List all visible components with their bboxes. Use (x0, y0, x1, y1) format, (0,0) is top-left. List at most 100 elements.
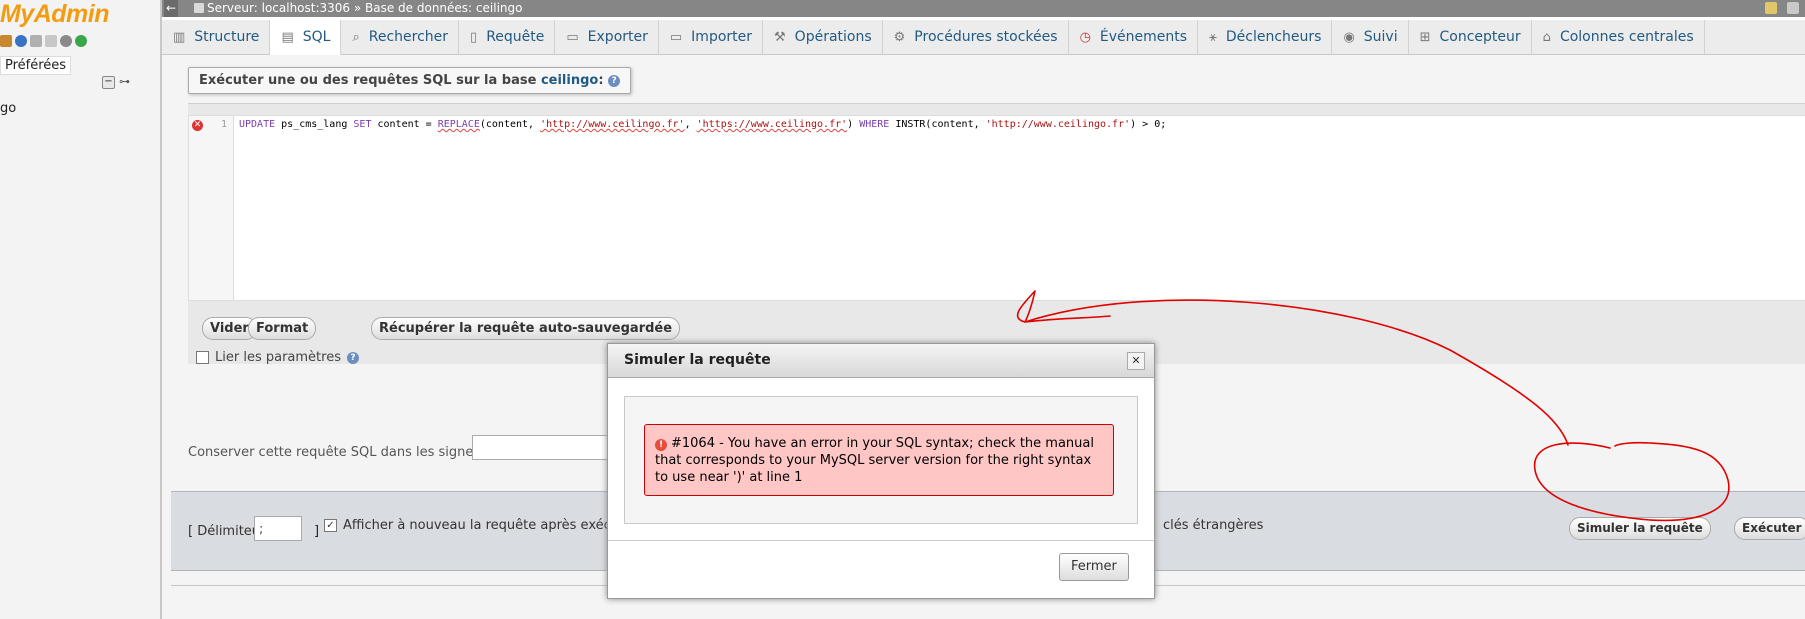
collapse-all-icon[interactable]: − (102, 76, 115, 89)
bind-params-option[interactable]: Lier les paramètres ? (196, 350, 359, 365)
bookmark-label: Conserver cette requête SQL dans les sig… (188, 445, 494, 460)
error-marker-icon[interactable]: ✕ (192, 120, 203, 131)
tab-label: Suivi (1363, 29, 1398, 45)
error-icon: ! (655, 439, 667, 451)
code-token: 'http://www.ceilingo.fr' (540, 119, 685, 130)
legend-colon: : (598, 73, 604, 88)
nav-icons (0, 35, 87, 51)
code-token: 'http://www.ceilingo.fr' (985, 119, 1131, 130)
code-token: content = (371, 119, 438, 130)
designer-icon: ⊞ (1419, 29, 1431, 45)
tab-label: Procédures stockées (914, 29, 1058, 45)
simulate-query-button[interactable]: Simuler la requête (1569, 517, 1711, 540)
dialog-close-icon[interactable]: ✕ (1127, 352, 1145, 370)
code-token: ) > 0; (1130, 119, 1167, 130)
wrench-icon: ⚒ (774, 29, 786, 45)
dialog-title[interactable]: Simuler la requête (608, 344, 1154, 378)
tab-search[interactable]: ⌕ Rechercher (341, 20, 460, 54)
query-icon: ▯ (470, 29, 478, 45)
docs2-icon[interactable] (45, 35, 57, 47)
reload-icon[interactable] (75, 35, 87, 47)
settings-icon[interactable] (1787, 2, 1799, 14)
tab-designer[interactable]: ⊞ Concepteur (1409, 20, 1532, 54)
tab-operations[interactable]: ⚒ Opérations (763, 20, 883, 54)
simulate-query-dialog: Simuler la requête ✕ ! #1064 - You have a… (607, 343, 1155, 599)
code-token: 'https://www.ceilingo.fr' (696, 119, 848, 130)
tab-label: Opérations (794, 29, 872, 45)
show-query-again-option[interactable]: ✓ Afficher à nouveau la requête après ex… (324, 518, 628, 533)
tab-export[interactable]: ▭ Exporter (555, 20, 659, 54)
back-arrow-icon[interactable]: ← (164, 0, 178, 17)
navigation-panel: MyAdmin Préférées − ⊶ go (0, 0, 162, 619)
top-breadcrumb-bar: ← Serveur: localhost:3306 » Base de donn… (162, 0, 1805, 17)
tab-structure[interactable]: ▥ Structure (162, 20, 271, 54)
delimiter-input[interactable]: ; (254, 516, 302, 541)
show-query-label: Afficher à nouveau la requête après exéc… (343, 518, 628, 533)
code-token: SET (353, 119, 372, 130)
tab-label: Colonnes centrales (1559, 29, 1694, 45)
lock-icon[interactable] (1765, 2, 1777, 14)
routines-icon: ⚙ (893, 29, 906, 45)
phpmyadmin-logo[interactable]: MyAdmin (0, 0, 110, 29)
docs-icon[interactable] (30, 35, 42, 47)
tab-import[interactable]: ▭ Importer (659, 20, 764, 54)
favorites-tab[interactable]: Préférées (0, 56, 72, 75)
tab-events[interactable]: ◷ Événements (1069, 20, 1199, 54)
error-text: #1064 - You have an error in your SQL sy… (655, 436, 1094, 485)
eye-icon: ◉ (1343, 29, 1355, 45)
sql-editor[interactable]: ✕ 1 UPDATE ps_cms_lang SET content = REP… (188, 115, 1805, 301)
settings-gear-icon[interactable] (60, 35, 72, 47)
sql-code-line[interactable]: UPDATE ps_cms_lang SET content = REPLACE… (239, 119, 1166, 130)
triggers-icon: ⚹ (1209, 29, 1217, 45)
breadcrumb[interactable]: Serveur: localhost:3306 » Base de donnée… (194, 0, 522, 17)
columns-icon: ⌂ (1542, 29, 1551, 45)
home-icon[interactable] (0, 35, 12, 47)
tab-routines[interactable]: ⚙ Procédures stockées (883, 20, 1069, 54)
server-icon (194, 3, 204, 13)
code-token: ps_cms_lang (275, 119, 354, 130)
tab-label: Événements (1099, 29, 1188, 45)
show-query-checkbox[interactable]: ✓ (324, 519, 337, 532)
code-token: UPDATE (239, 119, 276, 130)
tab-sql[interactable]: ▤ SQL (270, 20, 342, 55)
db-tree-item[interactable]: go (0, 101, 16, 116)
tab-triggers[interactable]: ⚹ Déclencheurs (1198, 20, 1333, 54)
recover-query-button[interactable]: Récupérer la requête auto-sauvegardée (371, 317, 681, 340)
format-button[interactable]: Format (248, 317, 317, 340)
help-icon[interactable]: ? (346, 351, 359, 364)
line-number: 1 (221, 119, 228, 130)
link-with-main-icon[interactable]: ⊶ (119, 76, 133, 87)
editor-gutter: ✕ 1 (189, 116, 234, 300)
help-icon[interactable]: ? (608, 74, 621, 87)
topbar-right-icons (1765, 2, 1799, 14)
sql-icon: ▤ (281, 29, 294, 45)
clock-icon: ◷ (1079, 29, 1091, 45)
help-icon[interactable] (15, 35, 27, 47)
tab-query[interactable]: ▯ Requête (459, 20, 556, 54)
tab-label: Requête (486, 29, 545, 45)
dialog-divider (608, 540, 1154, 541)
structure-icon: ▥ (173, 29, 186, 45)
legend-db-name: ceilingo (540, 73, 599, 88)
tab-tracking[interactable]: ◉ Suivi (1332, 20, 1409, 54)
tab-bar: ▥ Structure ▤ SQL ⌕ Rechercher ▯ Requête ▭ Ex… (162, 20, 1805, 55)
tab-central-columns[interactable]: ⌂ Colonnes centrales (1532, 20, 1705, 54)
close-button[interactable]: Fermer (1059, 553, 1129, 581)
tab-label: Exporter (587, 29, 648, 45)
execute-button[interactable]: Exécuter (1734, 517, 1805, 540)
bind-params-checkbox[interactable] (196, 351, 209, 364)
code-token: INSTR(content, (889, 119, 986, 130)
export-icon: ▭ (566, 29, 579, 45)
breadcrumb-text[interactable]: Serveur: localhost:3306 » Base de donnée… (207, 1, 522, 15)
delimiter-bracket: ] (314, 524, 320, 539)
error-message: ! #1064 - You have an error in your SQL s… (644, 424, 1114, 496)
tab-label: Concepteur (1439, 29, 1521, 45)
bookmark-input[interactable] (472, 435, 614, 460)
tab-label: SQL (302, 29, 331, 45)
code-token: , (684, 119, 697, 130)
tab-label: Importer (691, 29, 753, 45)
tab-label: Rechercher (368, 29, 449, 45)
bind-params-label: Lier les paramètres (215, 350, 341, 365)
code-token: REPLACE (437, 119, 480, 130)
nav-controls: − ⊶ (102, 76, 133, 89)
